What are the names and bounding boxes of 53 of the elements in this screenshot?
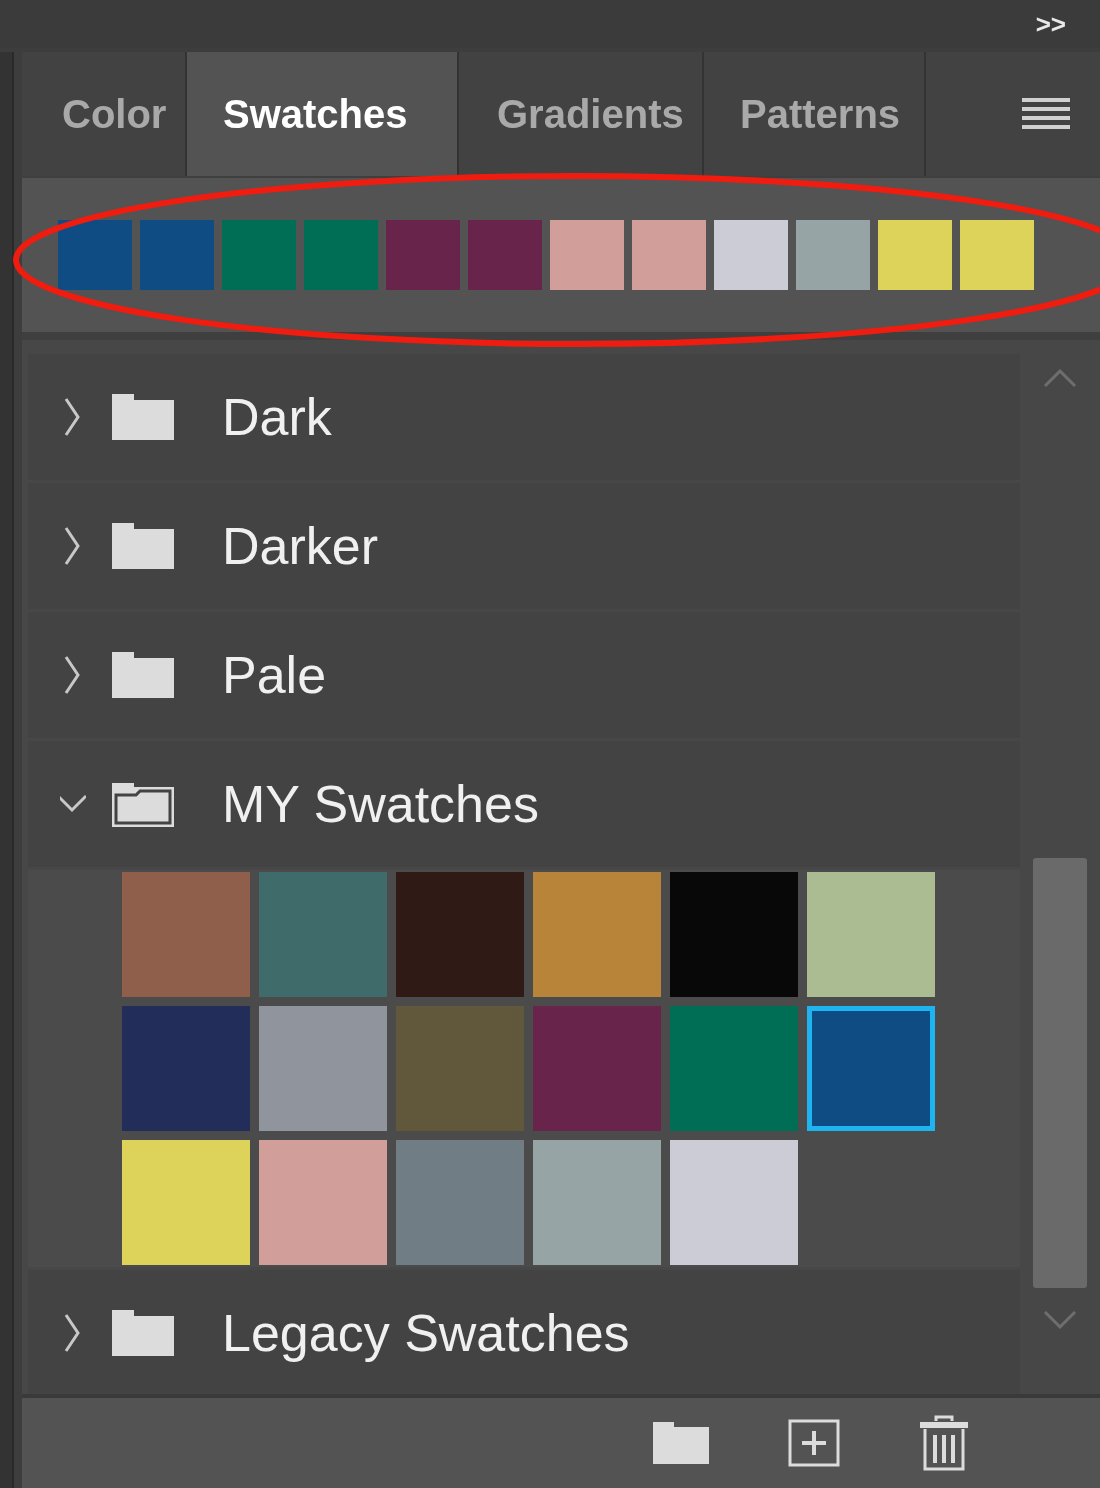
group-name: Legacy Swatches <box>222 1303 630 1363</box>
swatch-group-row[interactable]: Dark <box>28 354 1020 480</box>
color-swatch[interactable] <box>670 872 798 997</box>
add-swatch-icon[interactable] <box>788 1419 840 1467</box>
color-swatch[interactable] <box>122 872 250 997</box>
scrollbar-thumb[interactable] <box>1033 858 1087 1288</box>
scroll-down-icon[interactable] <box>1043 1310 1077 1330</box>
folder-icon <box>110 392 176 442</box>
color-swatch[interactable] <box>259 1140 387 1265</box>
panel-tab[interactable]: Color <box>22 52 187 176</box>
recent-swatch[interactable] <box>796 220 870 290</box>
swatch-group-row[interactable]: Darker <box>28 483 1020 609</box>
delete-icon[interactable] <box>918 1415 970 1471</box>
color-swatch[interactable] <box>122 1006 250 1131</box>
group-name: MY Swatches <box>222 774 539 834</box>
color-swatch[interactable] <box>533 1140 661 1265</box>
color-swatch[interactable] <box>122 1140 250 1265</box>
color-swatch[interactable] <box>533 872 661 997</box>
folder-icon <box>110 521 176 571</box>
swatch-group-row[interactable]: MY Swatches <box>28 741 1020 867</box>
recent-swatch[interactable] <box>140 220 214 290</box>
recent-swatch[interactable] <box>304 220 378 290</box>
recent-swatch[interactable] <box>714 220 788 290</box>
color-swatch[interactable] <box>807 1006 935 1131</box>
recent-swatch[interactable] <box>878 220 952 290</box>
color-swatch[interactable] <box>533 1006 661 1131</box>
recent-swatch[interactable] <box>632 220 706 290</box>
folder-icon <box>110 1308 176 1358</box>
swatch-group-row[interactable]: Pale <box>28 612 1020 738</box>
panel-tab[interactable]: Swatches <box>187 52 459 176</box>
color-swatch[interactable] <box>396 872 524 997</box>
color-swatch[interactable] <box>259 1006 387 1131</box>
group-name: Dark <box>222 387 332 447</box>
color-swatch[interactable] <box>259 872 387 997</box>
color-swatch[interactable] <box>396 1140 524 1265</box>
swatch-group-row[interactable]: Legacy Swatches <box>28 1270 1020 1396</box>
recent-swatch[interactable] <box>58 220 132 290</box>
recent-swatch[interactable] <box>550 220 624 290</box>
recent-swatch[interactable] <box>468 220 542 290</box>
recent-swatch[interactable] <box>222 220 296 290</box>
recent-swatch[interactable] <box>386 220 460 290</box>
color-swatch[interactable] <box>670 1006 798 1131</box>
group-name: Darker <box>222 516 379 576</box>
new-folder-icon[interactable] <box>652 1421 710 1465</box>
scroll-up-icon[interactable] <box>1043 368 1077 388</box>
collapse-panel-button[interactable]: >> <box>1031 8 1070 40</box>
recent-swatch[interactable] <box>960 220 1034 290</box>
color-swatch[interactable] <box>670 1140 798 1265</box>
group-name: Pale <box>222 645 327 705</box>
panel-tab[interactable]: Gradients <box>459 52 704 176</box>
folder-icon <box>110 650 176 700</box>
panel-tab[interactable]: Patterns <box>704 52 926 176</box>
color-swatch[interactable] <box>807 872 935 997</box>
